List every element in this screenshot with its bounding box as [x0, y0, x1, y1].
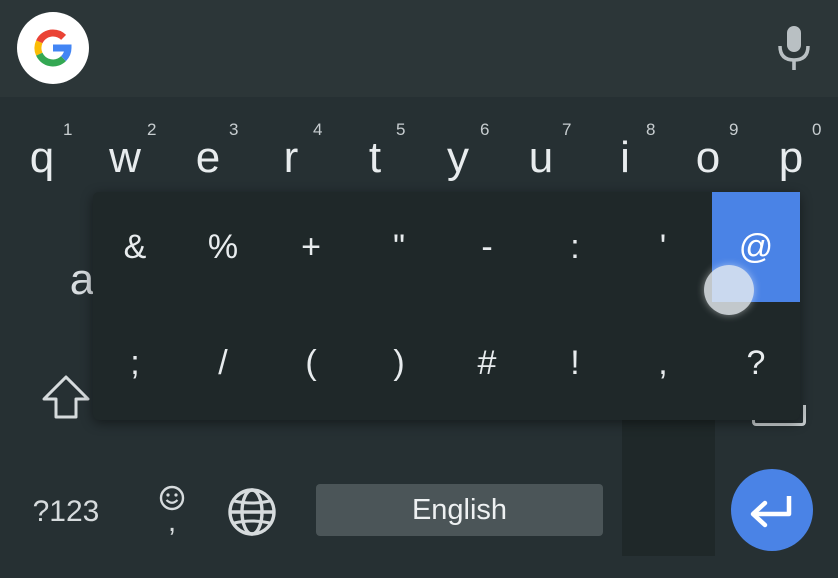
popup-key-bottom-4[interactable]: ) — [357, 308, 441, 418]
symbols-key[interactable]: ?123 — [22, 488, 110, 536]
popup-key-bottom-5[interactable]: # — [445, 308, 529, 418]
popup-key-top-4[interactable]: " — [357, 192, 441, 302]
touch-indicator — [704, 265, 754, 315]
popup-key-top-5[interactable]: - — [445, 192, 529, 302]
key-r[interactable]: r — [261, 128, 321, 188]
microphone-icon[interactable] — [772, 22, 816, 74]
space-key[interactable]: English — [316, 484, 603, 536]
shift-icon[interactable] — [36, 368, 96, 428]
key-hint-0: 0 — [812, 120, 822, 139]
key-hint-6: 6 — [480, 120, 490, 139]
globe-icon[interactable] — [224, 484, 280, 540]
popup-key-bottom-3[interactable]: ( — [269, 308, 353, 418]
google-g-icon[interactable] — [17, 12, 89, 84]
popup-key-bottom-7[interactable]: , — [621, 308, 705, 418]
popup-key-top-6[interactable]: : — [533, 192, 617, 302]
popup-key-top-1[interactable]: & — [93, 192, 177, 302]
popup-key-bottom-8[interactable]: ? — [712, 308, 800, 418]
emoji-comma-key[interactable]: , — [150, 476, 194, 540]
popup-key-top-2[interactable]: % — [181, 192, 265, 302]
key-hint-1: 1 — [63, 120, 73, 139]
key-hint-5: 5 — [396, 120, 406, 139]
popup-key-top-3[interactable]: + — [269, 192, 353, 302]
key-y[interactable]: y — [428, 128, 488, 188]
key-hint-2: 2 — [147, 120, 157, 139]
key-hint-8: 8 — [646, 120, 656, 139]
key-hint-9: 9 — [729, 120, 739, 139]
key-hint-7: 7 — [562, 120, 572, 139]
popup-key-bottom-2[interactable]: / — [181, 308, 265, 418]
enter-icon[interactable] — [731, 469, 813, 551]
popup-tail — [622, 418, 715, 556]
key-hint-4: 4 — [313, 120, 323, 139]
popup-key-bottom-1[interactable]: ; — [93, 308, 177, 418]
key-w[interactable]: w — [95, 128, 155, 188]
popup-key-bottom-6[interactable]: ! — [533, 308, 617, 418]
search-bar — [0, 0, 838, 97]
key-hint-3: 3 — [229, 120, 239, 139]
popup-key-top-7[interactable]: ' — [621, 192, 705, 302]
comma-label: , — [167, 505, 177, 538]
